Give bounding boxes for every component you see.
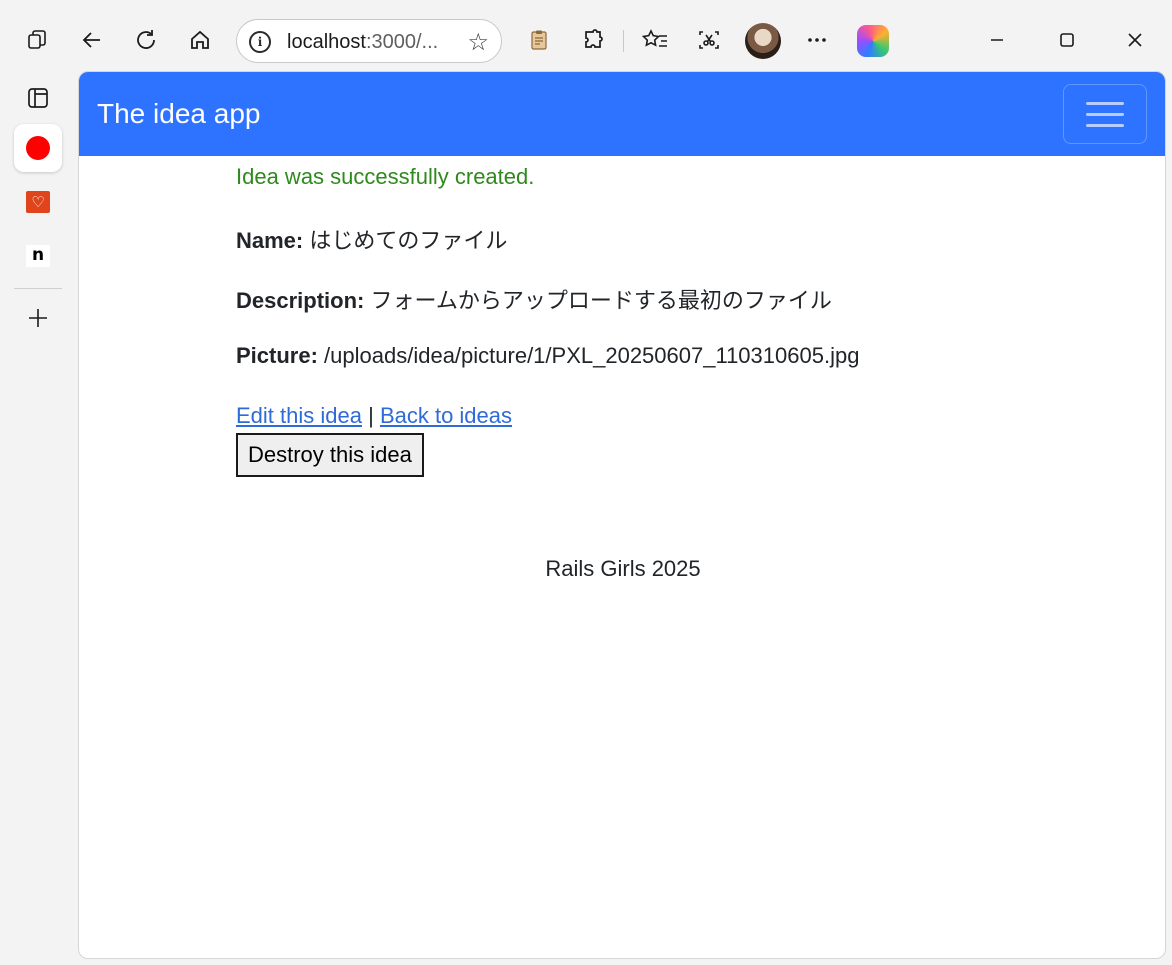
minimize-icon[interactable] bbox=[979, 22, 1015, 58]
navbar-toggler[interactable] bbox=[1063, 84, 1147, 144]
toggler-bar-icon bbox=[1086, 113, 1124, 116]
field-label: Description: bbox=[236, 288, 365, 313]
screenshot-icon[interactable] bbox=[693, 24, 725, 56]
field-label: Name: bbox=[236, 228, 304, 253]
back-icon[interactable] bbox=[76, 24, 108, 56]
browser-sidebar: ♡ n bbox=[0, 80, 78, 965]
field-name: Name: はじめてのファイル bbox=[236, 223, 507, 255]
extensions-icon[interactable] bbox=[577, 24, 609, 56]
field-value: はじめてのファイル bbox=[309, 228, 508, 253]
navbar: The idea app bbox=[79, 72, 1165, 156]
record-icon bbox=[26, 136, 50, 160]
site-info-icon[interactable]: i bbox=[249, 31, 271, 53]
workspaces-icon[interactable] bbox=[22, 24, 54, 56]
brand-link[interactable]: The idea app bbox=[97, 98, 260, 130]
destroy-idea-button[interactable]: Destroy this idea bbox=[236, 433, 424, 477]
address-bar[interactable]: i localhost:3000/... ☆ bbox=[236, 19, 502, 63]
maximize-icon[interactable] bbox=[1049, 22, 1085, 58]
refresh-icon[interactable] bbox=[130, 24, 162, 56]
clipboard-extension-icon[interactable] bbox=[523, 24, 555, 56]
back-to-ideas-link[interactable]: Back to ideas bbox=[380, 403, 512, 428]
home-icon[interactable] bbox=[184, 24, 216, 56]
tab-layout-icon[interactable] bbox=[14, 74, 62, 122]
sidebar-tab-n[interactable]: n bbox=[14, 232, 62, 280]
sidebar-tab-heart[interactable]: ♡ bbox=[14, 178, 62, 226]
url-text[interactable]: localhost:3000/... bbox=[287, 31, 438, 54]
favorite-star-icon[interactable]: ☆ bbox=[467, 28, 489, 56]
heart-icon: ♡ bbox=[26, 191, 50, 213]
field-picture: Picture: /uploads/idea/picture/1/PXL_202… bbox=[236, 343, 859, 369]
favorites-icon[interactable] bbox=[639, 24, 671, 56]
browser-toolbar: i localhost:3000/... ☆ bbox=[0, 0, 1172, 80]
link-separator: | bbox=[368, 403, 374, 428]
more-options-icon[interactable] bbox=[801, 24, 833, 56]
field-value: /uploads/idea/picture/1/PXL_20250607_110… bbox=[324, 343, 860, 368]
toggler-bar-icon bbox=[1086, 124, 1124, 127]
field-value: フォームからアップロードする最初のファイル bbox=[370, 288, 832, 313]
field-description: Description: フォームからアップロードする最初のファイル bbox=[236, 283, 832, 315]
sidebar-tab-active[interactable] bbox=[14, 124, 62, 172]
n-logo-icon: n bbox=[26, 245, 50, 267]
sidebar-divider bbox=[14, 288, 62, 289]
toolbar-separator bbox=[623, 30, 624, 52]
action-links: Edit this idea | Back to ideas bbox=[236, 403, 512, 429]
profile-avatar[interactable] bbox=[745, 23, 781, 59]
edit-idea-link[interactable]: Edit this idea bbox=[236, 403, 362, 428]
web-content: The idea app Idea was successfully creat… bbox=[78, 71, 1166, 959]
copilot-icon[interactable] bbox=[857, 25, 889, 57]
notice-message: Idea was successfully created. bbox=[236, 164, 535, 189]
close-icon[interactable] bbox=[1117, 22, 1153, 58]
footer-text: Rails Girls 2025 bbox=[545, 556, 701, 581]
url-rest: :3000/... bbox=[365, 31, 439, 53]
toggler-bar-icon bbox=[1086, 102, 1124, 105]
url-host: localhost bbox=[287, 31, 366, 53]
field-label: Picture: bbox=[236, 343, 318, 368]
add-tab-icon[interactable] bbox=[14, 294, 62, 342]
